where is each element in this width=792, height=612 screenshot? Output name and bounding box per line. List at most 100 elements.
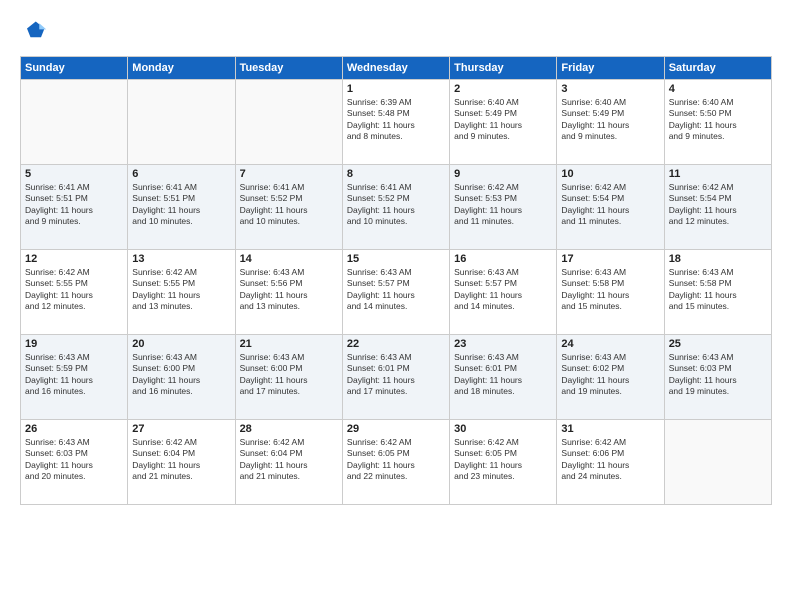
day-info: Sunrise: 6:43 AM Sunset: 6:03 PM Dayligh…	[669, 352, 767, 398]
day-number: 2	[454, 83, 552, 95]
week-row-5: 26 Sunrise: 6:43 AM Sunset: 6:03 PM Dayli…	[21, 420, 772, 505]
logo	[20, 18, 52, 46]
day-info: Sunrise: 6:40 AM Sunset: 5:50 PM Dayligh…	[669, 97, 767, 143]
day-info: Sunrise: 6:42 AM Sunset: 5:53 PM Dayligh…	[454, 182, 552, 228]
calendar-cell: 19 Sunrise: 6:43 AM Sunset: 5:59 PM Dayli…	[21, 335, 128, 420]
day-info: Sunrise: 6:40 AM Sunset: 5:49 PM Dayligh…	[454, 97, 552, 143]
calendar-cell: 3 Sunrise: 6:40 AM Sunset: 5:49 PM Daylig…	[557, 80, 664, 165]
col-header-thursday: Thursday	[450, 57, 557, 80]
col-header-sunday: Sunday	[21, 57, 128, 80]
calendar-table: SundayMondayTuesdayWednesdayThursdayFrid…	[20, 56, 772, 505]
day-number: 25	[669, 338, 767, 350]
header	[20, 18, 772, 46]
day-number: 24	[561, 338, 659, 350]
day-info: Sunrise: 6:42 AM Sunset: 6:04 PM Dayligh…	[240, 437, 338, 483]
day-number: 23	[454, 338, 552, 350]
calendar-cell: 17 Sunrise: 6:43 AM Sunset: 5:58 PM Dayli…	[557, 250, 664, 335]
calendar-cell: 1 Sunrise: 6:39 AM Sunset: 5:48 PM Daylig…	[342, 80, 449, 165]
calendar-cell: 26 Sunrise: 6:43 AM Sunset: 6:03 PM Dayli…	[21, 420, 128, 505]
day-number: 28	[240, 423, 338, 435]
calendar-cell: 4 Sunrise: 6:40 AM Sunset: 5:50 PM Daylig…	[664, 80, 771, 165]
day-info: Sunrise: 6:42 AM Sunset: 6:04 PM Dayligh…	[132, 437, 230, 483]
col-header-wednesday: Wednesday	[342, 57, 449, 80]
day-number: 19	[25, 338, 123, 350]
week-row-4: 19 Sunrise: 6:43 AM Sunset: 5:59 PM Dayli…	[21, 335, 772, 420]
calendar-cell: 25 Sunrise: 6:43 AM Sunset: 6:03 PM Dayli…	[664, 335, 771, 420]
day-number: 3	[561, 83, 659, 95]
day-number: 26	[25, 423, 123, 435]
calendar-cell: 13 Sunrise: 6:42 AM Sunset: 5:55 PM Dayli…	[128, 250, 235, 335]
calendar-cell	[128, 80, 235, 165]
day-info: Sunrise: 6:41 AM Sunset: 5:51 PM Dayligh…	[132, 182, 230, 228]
day-info: Sunrise: 6:40 AM Sunset: 5:49 PM Dayligh…	[561, 97, 659, 143]
day-info: Sunrise: 6:43 AM Sunset: 6:02 PM Dayligh…	[561, 352, 659, 398]
week-row-2: 5 Sunrise: 6:41 AM Sunset: 5:51 PM Daylig…	[21, 165, 772, 250]
header-row: SundayMondayTuesdayWednesdayThursdayFrid…	[21, 57, 772, 80]
day-info: Sunrise: 6:42 AM Sunset: 5:55 PM Dayligh…	[25, 267, 123, 313]
day-number: 1	[347, 83, 445, 95]
day-number: 18	[669, 253, 767, 265]
col-header-tuesday: Tuesday	[235, 57, 342, 80]
day-info: Sunrise: 6:42 AM Sunset: 6:05 PM Dayligh…	[347, 437, 445, 483]
calendar-cell: 28 Sunrise: 6:42 AM Sunset: 6:04 PM Dayli…	[235, 420, 342, 505]
day-info: Sunrise: 6:43 AM Sunset: 6:01 PM Dayligh…	[454, 352, 552, 398]
day-info: Sunrise: 6:39 AM Sunset: 5:48 PM Dayligh…	[347, 97, 445, 143]
calendar-cell: 7 Sunrise: 6:41 AM Sunset: 5:52 PM Daylig…	[235, 165, 342, 250]
calendar-cell: 5 Sunrise: 6:41 AM Sunset: 5:51 PM Daylig…	[21, 165, 128, 250]
calendar-cell: 14Sunrise: 6:43 AM Sunset: 5:56 PM Dayli…	[235, 250, 342, 335]
calendar-cell	[21, 80, 128, 165]
calendar-cell: 27 Sunrise: 6:42 AM Sunset: 6:04 PM Dayli…	[128, 420, 235, 505]
day-number: 30	[454, 423, 552, 435]
day-info: Sunrise: 6:43 AM Sunset: 5:57 PM Dayligh…	[454, 267, 552, 313]
calendar-cell: 12Sunrise: 6:42 AM Sunset: 5:55 PM Dayli…	[21, 250, 128, 335]
day-info: Sunrise: 6:43 AM Sunset: 6:00 PM Dayligh…	[240, 352, 338, 398]
day-number: 9	[454, 168, 552, 180]
calendar-cell: 8 Sunrise: 6:41 AM Sunset: 5:52 PM Daylig…	[342, 165, 449, 250]
day-number: 15	[347, 253, 445, 265]
day-number: 4	[669, 83, 767, 95]
week-row-3: 12Sunrise: 6:42 AM Sunset: 5:55 PM Dayli…	[21, 250, 772, 335]
day-info: Sunrise: 6:41 AM Sunset: 5:51 PM Dayligh…	[25, 182, 123, 228]
day-info: Sunrise: 6:41 AM Sunset: 5:52 PM Dayligh…	[347, 182, 445, 228]
calendar-cell: 16 Sunrise: 6:43 AM Sunset: 5:57 PM Dayli…	[450, 250, 557, 335]
day-number: 17	[561, 253, 659, 265]
calendar-cell: 11 Sunrise: 6:42 AM Sunset: 5:54 PM Dayli…	[664, 165, 771, 250]
day-info: Sunrise: 6:43 AM Sunset: 5:58 PM Dayligh…	[669, 267, 767, 313]
day-info: Sunrise: 6:41 AM Sunset: 5:52 PM Dayligh…	[240, 182, 338, 228]
calendar-cell: 23 Sunrise: 6:43 AM Sunset: 6:01 PM Dayli…	[450, 335, 557, 420]
day-number: 5	[25, 168, 123, 180]
week-row-1: 1 Sunrise: 6:39 AM Sunset: 5:48 PM Daylig…	[21, 80, 772, 165]
day-number: 16	[454, 253, 552, 265]
day-number: 10	[561, 168, 659, 180]
col-header-monday: Monday	[128, 57, 235, 80]
day-info: Sunrise: 6:43 AM Sunset: 5:59 PM Dayligh…	[25, 352, 123, 398]
day-number: 27	[132, 423, 230, 435]
day-info: Sunrise: 6:43 AM Sunset: 6:00 PM Dayligh…	[132, 352, 230, 398]
calendar-cell: 6Sunrise: 6:41 AM Sunset: 5:51 PM Daylig…	[128, 165, 235, 250]
day-info: Sunrise: 6:43 AM Sunset: 6:03 PM Dayligh…	[25, 437, 123, 483]
day-number: 13	[132, 253, 230, 265]
logo-icon	[20, 18, 48, 46]
calendar-cell: 22Sunrise: 6:43 AM Sunset: 6:01 PM Dayli…	[342, 335, 449, 420]
day-number: 7	[240, 168, 338, 180]
calendar-cell	[664, 420, 771, 505]
calendar-cell: 9 Sunrise: 6:42 AM Sunset: 5:53 PM Daylig…	[450, 165, 557, 250]
day-number: 8	[347, 168, 445, 180]
calendar-cell: 21Sunrise: 6:43 AM Sunset: 6:00 PM Dayli…	[235, 335, 342, 420]
day-info: Sunrise: 6:42 AM Sunset: 5:55 PM Dayligh…	[132, 267, 230, 313]
day-number: 29	[347, 423, 445, 435]
calendar-cell: 15Sunrise: 6:43 AM Sunset: 5:57 PM Dayli…	[342, 250, 449, 335]
calendar-cell: 20 Sunrise: 6:43 AM Sunset: 6:00 PM Dayli…	[128, 335, 235, 420]
day-number: 20	[132, 338, 230, 350]
day-info: Sunrise: 6:42 AM Sunset: 5:54 PM Dayligh…	[669, 182, 767, 228]
calendar-cell: 10Sunrise: 6:42 AM Sunset: 5:54 PM Dayli…	[557, 165, 664, 250]
day-number: 11	[669, 168, 767, 180]
calendar-cell: 24 Sunrise: 6:43 AM Sunset: 6:02 PM Dayli…	[557, 335, 664, 420]
day-info: Sunrise: 6:42 AM Sunset: 6:06 PM Dayligh…	[561, 437, 659, 483]
day-info: Sunrise: 6:43 AM Sunset: 5:58 PM Dayligh…	[561, 267, 659, 313]
col-header-saturday: Saturday	[664, 57, 771, 80]
calendar-cell: 29 Sunrise: 6:42 AM Sunset: 6:05 PM Dayli…	[342, 420, 449, 505]
calendar-cell: 2 Sunrise: 6:40 AM Sunset: 5:49 PM Daylig…	[450, 80, 557, 165]
page: SundayMondayTuesdayWednesdayThursdayFrid…	[0, 0, 792, 612]
day-info: Sunrise: 6:43 AM Sunset: 5:56 PM Dayligh…	[240, 267, 338, 313]
